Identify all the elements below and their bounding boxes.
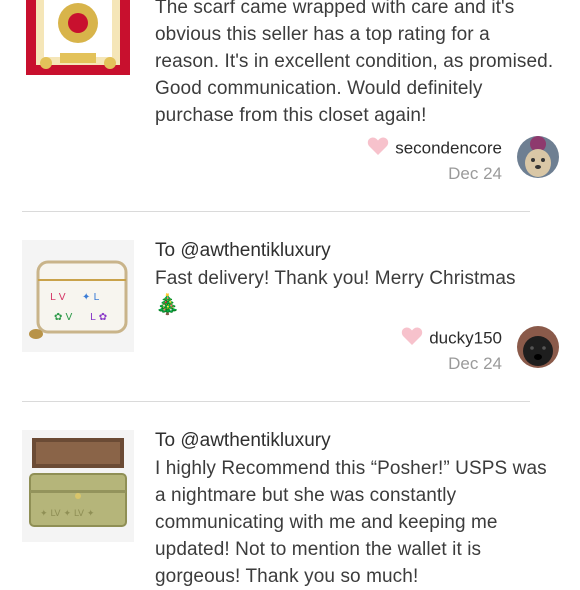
tree-emoji: 🎄 bbox=[155, 294, 181, 316]
reviewer[interactable]: ducky150 bbox=[401, 326, 502, 352]
divider bbox=[22, 401, 530, 402]
review-text: I highly Recommend this “Posher!” USPS w… bbox=[155, 458, 547, 587]
reviewer-username[interactable]: ducky150 bbox=[429, 328, 502, 347]
svg-text:✦ LV ✦ LV ✦: ✦ LV ✦ LV ✦ bbox=[40, 509, 95, 519]
svg-text:L V: L V bbox=[50, 292, 66, 303]
dog-avatar[interactable] bbox=[517, 136, 559, 178]
divider bbox=[22, 211, 530, 212]
svg-text:✿ V: ✿ V bbox=[54, 312, 73, 323]
review-text: The scarf came wrapped with care and it'… bbox=[155, 0, 554, 126]
reviewer-username[interactable]: secondencore bbox=[395, 138, 502, 157]
coin-purse-image[interactable]: L V ✦ L ✿ V L ✿ bbox=[22, 240, 134, 352]
reviewer[interactable]: secondencore bbox=[367, 136, 502, 162]
heart-icon bbox=[401, 326, 423, 352]
svg-text:✦ L: ✦ L bbox=[82, 292, 100, 303]
black-dog-avatar[interactable] bbox=[517, 326, 559, 368]
review-recipient[interactable]: To @awthentikluxury bbox=[155, 238, 555, 264]
scarf-image[interactable] bbox=[22, 0, 134, 79]
review-date: Dec 24 bbox=[448, 164, 502, 183]
heart-icon bbox=[367, 136, 389, 162]
review-date: Dec 24 bbox=[448, 354, 502, 373]
review-text: Fast delivery! Thank you! Merry Christma… bbox=[155, 268, 516, 289]
wallet-image[interactable]: ✦ LV ✦ LV ✦ bbox=[22, 430, 134, 542]
svg-text:L ✿: L ✿ bbox=[90, 312, 107, 323]
review-recipient[interactable]: To @awthentikluxury bbox=[155, 428, 555, 454]
